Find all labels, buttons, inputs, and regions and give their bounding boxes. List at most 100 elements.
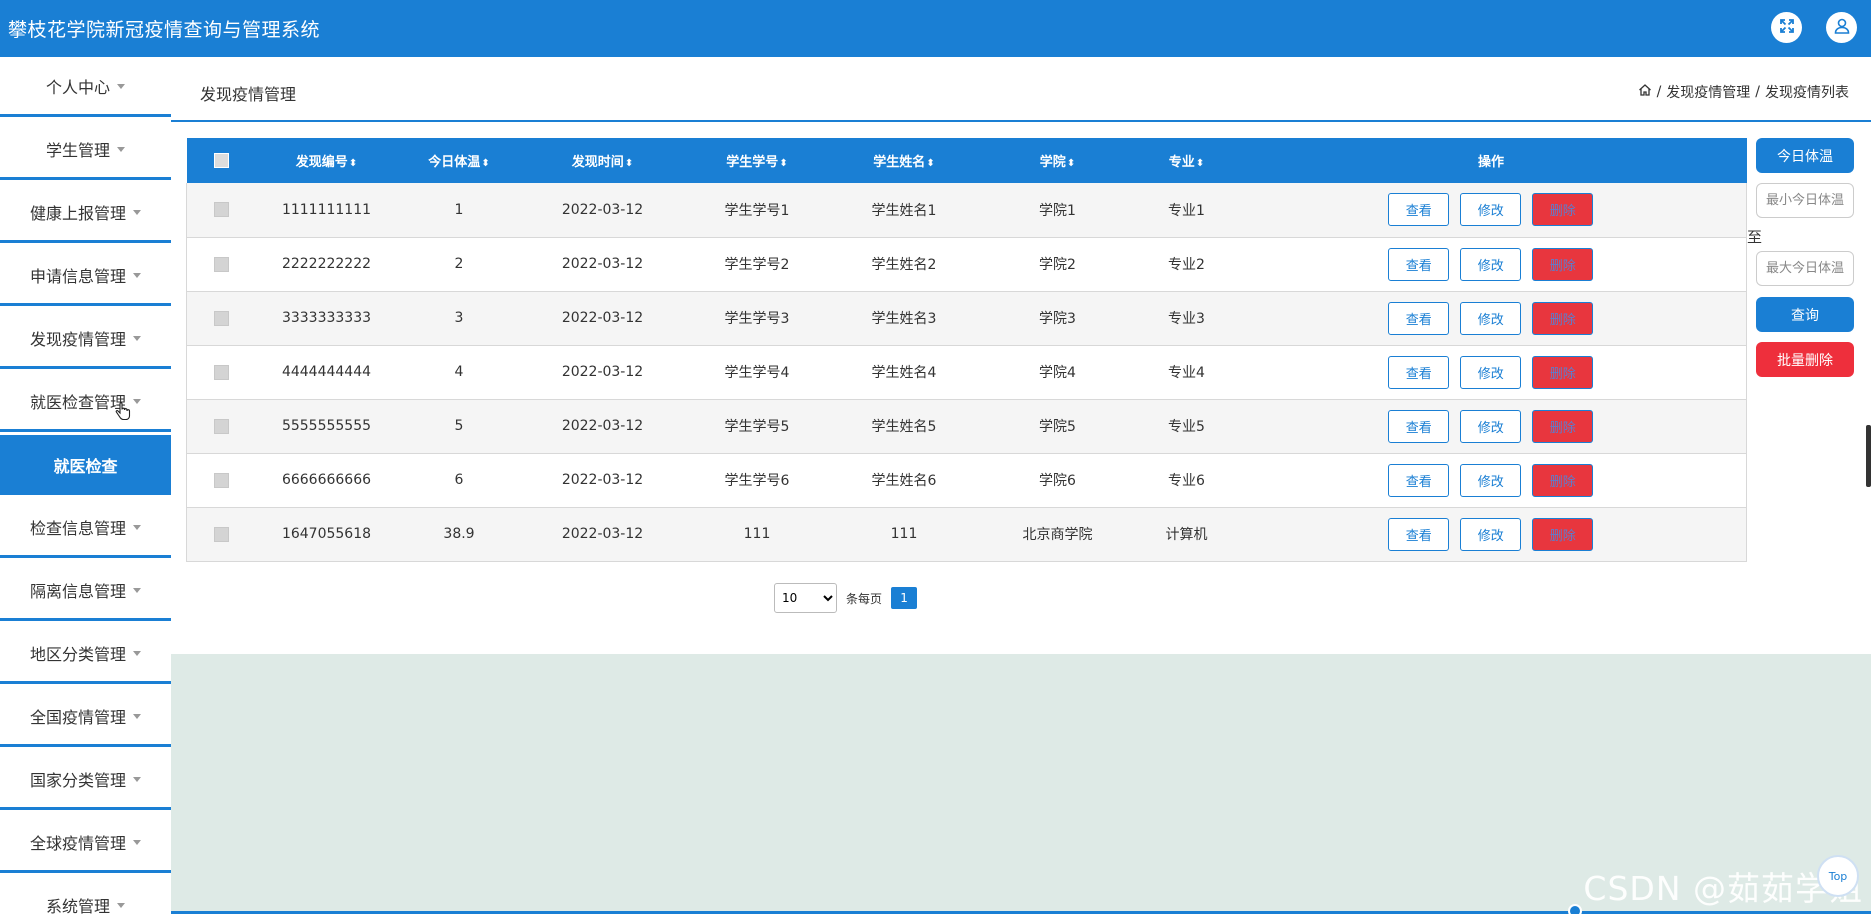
fullscreen-button[interactable]	[1771, 12, 1802, 43]
breadcrumb-bar: 发现疫情管理 / 发现疫情管理 / 发现疫情列表	[171, 57, 1871, 122]
row-checkbox[interactable]	[214, 202, 230, 218]
delete-button[interactable]: 删除	[1532, 463, 1594, 497]
row-checkbox[interactable]	[214, 526, 230, 542]
row-actions: 查看 修改 删除	[1235, 291, 1747, 346]
column-header[interactable]: 专业⬍	[1137, 138, 1236, 183]
view-button[interactable]: 查看	[1388, 409, 1450, 443]
view-button[interactable]: 查看	[1388, 247, 1450, 281]
row-select-cell	[186, 507, 257, 562]
user-button[interactable]	[1826, 12, 1857, 43]
delete-button[interactable]: 删除	[1532, 247, 1594, 281]
table-cell: 学生学号3	[683, 291, 831, 346]
sort-icon: ⬍	[926, 158, 935, 169]
table-cell: 专业6	[1137, 453, 1236, 508]
edit-button[interactable]: 修改	[1460, 463, 1522, 497]
row-checkbox[interactable]	[214, 256, 230, 272]
table-cell: 2022-03-12	[521, 291, 684, 346]
home-icon[interactable]	[1638, 83, 1652, 101]
caret-down-icon	[133, 588, 141, 593]
sidebar-item-national-epidemic[interactable]: 全国疫情管理	[0, 687, 171, 747]
row-checkbox[interactable]	[214, 364, 230, 380]
delete-button[interactable]: 删除	[1532, 193, 1594, 227]
caret-down-icon	[133, 399, 141, 404]
sidebar-item-label: 全球疫情管理	[29, 833, 126, 853]
table-cell: 2022-03-12	[521, 237, 684, 292]
sidebar-item-medical-check[interactable]: 就医检查管理	[0, 372, 171, 432]
epidemic-table: 发现编号⬍ 今日体温⬍ 发现时间⬍ 学生学号⬍ 学生姓名⬍ 学院⬍ 专业⬍ 操作…	[186, 138, 1747, 562]
row-checkbox[interactable]	[214, 418, 230, 434]
table-cell: 2	[396, 237, 522, 292]
sidebar-item-health-report[interactable]: 健康上报管理	[0, 183, 171, 243]
edit-button[interactable]: 修改	[1460, 193, 1522, 227]
view-button[interactable]: 查看	[1388, 517, 1450, 551]
sidebar-item-check-info[interactable]: 检查信息管理	[0, 498, 171, 558]
row-checkbox[interactable]	[214, 310, 230, 326]
sidebar-item-region-category[interactable]: 地区分类管理	[0, 624, 171, 684]
sidebar-item-label: 系统管理	[45, 896, 110, 914]
row-select-cell	[186, 291, 257, 346]
table-header-row: 发现编号⬍ 今日体温⬍ 发现时间⬍ 学生学号⬍ 学生姓名⬍ 学院⬍ 专业⬍ 操作	[186, 138, 1747, 183]
page-number-current[interactable]: 1	[891, 587, 918, 609]
column-header[interactable]: 发现编号⬍	[256, 138, 397, 183]
edit-button[interactable]: 修改	[1460, 517, 1522, 551]
table-row: 2222222222 2 2022-03-12 学生学号2 学生姓名2 学院2 专业2 查看修…	[186, 237, 1747, 292]
scrollbar-thumb[interactable]	[1866, 425, 1871, 487]
delete-button[interactable]: 删除	[1532, 301, 1594, 335]
select-all-checkbox[interactable]	[214, 153, 229, 168]
sidebar-item-global-epidemic[interactable]: 全球疫情管理	[0, 813, 171, 873]
sidebar-item-isolation[interactable]: 隔离信息管理	[0, 561, 171, 621]
table-cell: 学生姓名6	[830, 453, 978, 508]
table-cell: 学院1	[977, 183, 1138, 238]
breadcrumb-item-epidemic[interactable]: 发现疫情管理	[1666, 82, 1750, 102]
column-label: 专业	[1168, 155, 1195, 170]
table-cell: 学生学号4	[683, 345, 831, 400]
sidebar-item-system[interactable]: 系统管理	[0, 876, 171, 914]
view-button[interactable]: 查看	[1388, 193, 1450, 227]
column-header[interactable]: 学生学号⬍	[683, 138, 831, 183]
table-row: 5555555555 5 2022-03-12 学生学号5 学生姓名5 学院5 专业5 查看修…	[186, 399, 1747, 454]
back-to-top-button[interactable]: Top	[1817, 855, 1859, 897]
sidebar-item-label: 隔离信息管理	[29, 581, 126, 601]
table-cell: 计算机	[1137, 507, 1236, 562]
sidebar-item-students[interactable]: 学生管理	[0, 120, 171, 180]
row-checkbox[interactable]	[214, 472, 230, 488]
table-cell: 4444444444	[256, 345, 397, 400]
column-header[interactable]: 学生姓名⬍	[830, 138, 978, 183]
table-cell: 学生姓名5	[830, 399, 978, 454]
sidebar-item-epidemic-found[interactable]: 发现疫情管理	[0, 309, 171, 369]
max-temperature-input[interactable]	[1756, 251, 1854, 286]
view-button[interactable]: 查看	[1388, 301, 1450, 335]
delete-button[interactable]: 删除	[1532, 517, 1594, 551]
column-header[interactable]: 今日体温⬍	[396, 138, 522, 183]
view-button[interactable]: 查看	[1388, 463, 1450, 497]
table-cell: 专业3	[1137, 291, 1236, 346]
temperature-title-button[interactable]: 今日体温	[1756, 138, 1854, 173]
sidebar-item-label: 健康上报管理	[29, 203, 126, 223]
sidebar-item-country-category[interactable]: 国家分类管理	[0, 750, 171, 810]
sidebar-item-label: 学生管理	[45, 140, 110, 160]
edit-button[interactable]: 修改	[1460, 247, 1522, 281]
table-cell: 学院4	[977, 345, 1138, 400]
view-button[interactable]: 查看	[1388, 355, 1450, 389]
row-select-cell	[186, 183, 257, 238]
edit-button[interactable]: 修改	[1460, 355, 1522, 389]
batch-delete-button[interactable]: 批量删除	[1756, 342, 1854, 377]
edit-button[interactable]: 修改	[1460, 409, 1522, 443]
search-button[interactable]: 查询	[1756, 297, 1854, 332]
column-label: 学生学号	[726, 155, 779, 170]
sidebar-item-personal-center[interactable]: 个人中心	[0, 57, 171, 117]
column-header-actions: 操作	[1235, 138, 1747, 183]
column-label: 今日体温	[428, 155, 481, 170]
edit-button[interactable]: 修改	[1460, 301, 1522, 335]
column-header[interactable]: 发现时间⬍	[521, 138, 684, 183]
sidebar-item-medical-check-sub[interactable]: 就医检查	[0, 435, 171, 495]
delete-button[interactable]: 删除	[1532, 355, 1594, 389]
min-temperature-input[interactable]	[1756, 183, 1854, 218]
table-cell: 学院6	[977, 453, 1138, 508]
sidebar-item-application[interactable]: 申请信息管理	[0, 246, 171, 306]
column-header[interactable]: 学院⬍	[977, 138, 1138, 183]
delete-button[interactable]: 删除	[1532, 409, 1594, 443]
column-label: 学院	[1039, 155, 1066, 170]
table-cell: 学院5	[977, 399, 1138, 454]
page-size-select[interactable]: 10	[774, 583, 837, 613]
